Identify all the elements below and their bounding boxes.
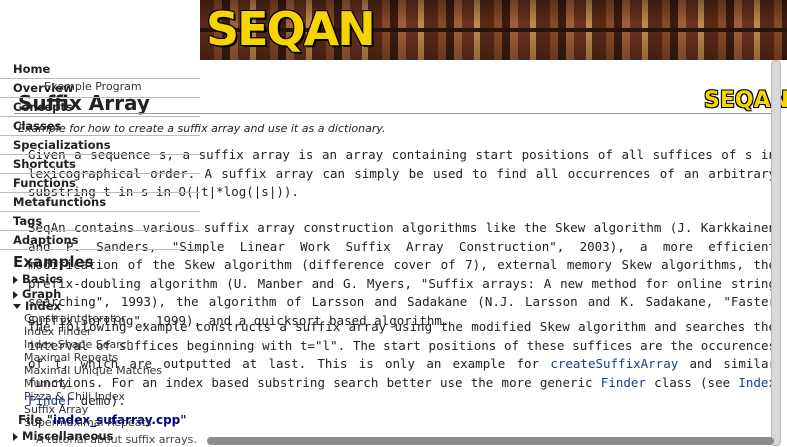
- expand-arrow-icon: [13, 432, 18, 441]
- collapse-arrow-icon: [13, 304, 21, 309]
- nav-functions[interactable]: Functions: [0, 174, 200, 193]
- nav-group-misc-label: Miscellaneous: [22, 429, 114, 443]
- expand-arrow-icon: [13, 275, 18, 284]
- horizontal-scrollbar[interactable]: [207, 437, 774, 445]
- nav-index-index-finder[interactable]: Index Finder: [24, 325, 92, 338]
- examples-heading: Examples: [13, 253, 94, 271]
- nav-home[interactable]: Home: [0, 60, 200, 79]
- sidebar-nav: Home Overview Example Program Concepts C…: [0, 60, 200, 447]
- nav-index-maximal-unique-matches[interactable]: Maximal Unique Matches: [24, 364, 162, 377]
- nav-overlap-example-program: Example Program: [44, 80, 142, 93]
- nav-specializations[interactable]: Specializations: [0, 136, 200, 155]
- nav-group-basics[interactable]: Basics: [13, 272, 63, 286]
- nav-index-supermaximal-repeats[interactable]: Supermaximal Repeats: [24, 416, 152, 429]
- expand-arrow-icon: [13, 290, 18, 299]
- nav-index-mummy[interactable]: Mummy: [24, 377, 68, 390]
- finder-link[interactable]: Finder: [601, 375, 646, 390]
- nav-classes[interactable]: Classes: [0, 117, 200, 136]
- nav-adaptions[interactable]: Adaptions: [0, 231, 200, 250]
- createsuffixarray-link[interactable]: createSuffixArray: [550, 356, 678, 371]
- nav-shortcuts[interactable]: Shortcuts: [0, 155, 200, 174]
- vertical-scrollbar[interactable]: [771, 60, 781, 446]
- banner-left-blank: [0, 0, 200, 60]
- header-banner: SEQAN: [200, 0, 787, 60]
- nav-index-shape-search[interactable]: Index Shape Search: [24, 338, 134, 351]
- nav-tags[interactable]: Tags: [0, 212, 200, 231]
- nav-group-miscellaneous[interactable]: Miscellaneous: [13, 429, 113, 443]
- nav-index-maximal-repeats[interactable]: Maximal Repeats: [24, 351, 118, 364]
- nav-index-pizza-chili[interactable]: Pizza & Chili Index: [24, 390, 125, 403]
- nav-group-index-label: Index: [25, 299, 61, 313]
- nav-group-index[interactable]: Index: [13, 299, 61, 313]
- nav-index-constraint-iterator[interactable]: Constraint Iterator: [24, 312, 126, 325]
- seqan-logo[interactable]: SEQAN: [206, 2, 376, 56]
- nav-metafunctions[interactable]: Metafunctions: [0, 193, 200, 212]
- nav-index-suffix-array[interactable]: Suffix Array: [24, 403, 88, 416]
- paragraph-example-text-c: class (see: [645, 374, 739, 390]
- nav-group-basics-label: Basics: [22, 272, 63, 286]
- nav-concepts[interactable]: Concepts: [0, 98, 200, 117]
